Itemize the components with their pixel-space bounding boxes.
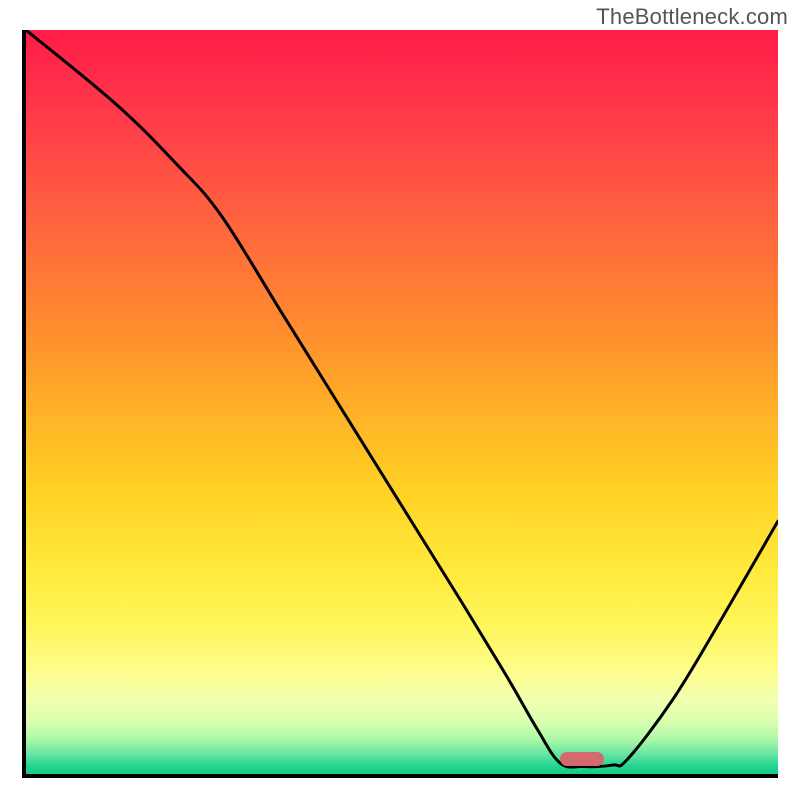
curve-path — [26, 30, 778, 767]
chart-container: TheBottleneck.com — [0, 0, 800, 800]
bottleneck-curve — [26, 30, 778, 774]
optimal-marker — [560, 752, 604, 766]
axes-frame — [22, 30, 778, 778]
watermark-text: TheBottleneck.com — [596, 4, 788, 30]
plot-area — [26, 30, 778, 774]
